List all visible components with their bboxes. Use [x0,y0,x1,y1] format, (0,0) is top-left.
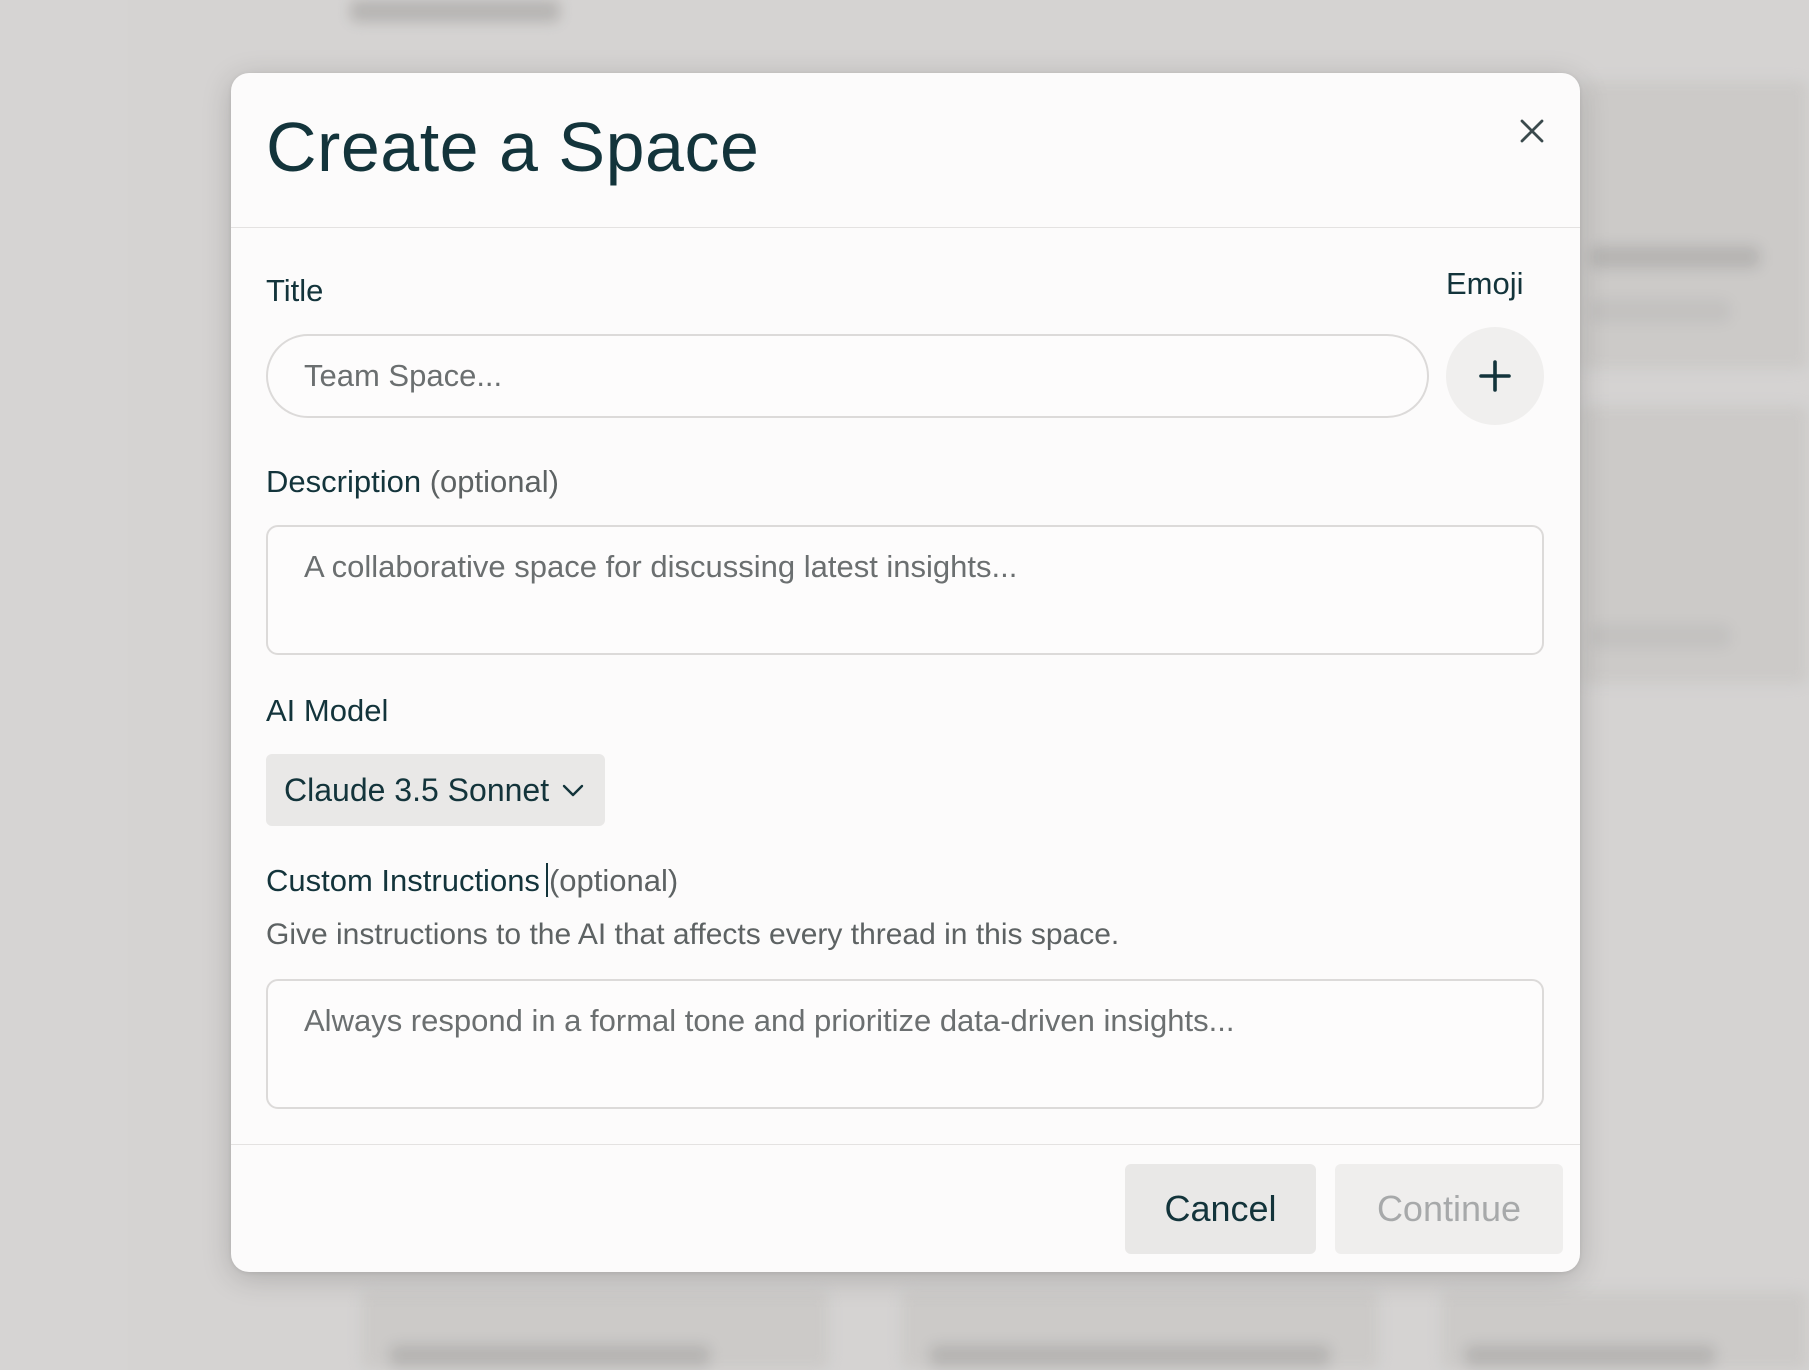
custom-instructions-hint: Give instructions to the AI that affects… [266,918,1120,951]
custom-instructions-label-text: Custom Instructions [266,863,540,898]
title-input[interactable] [266,334,1429,418]
ai-model-dropdown[interactable]: Claude 3.5 Sonnet [266,754,606,826]
close-button[interactable] [1508,107,1556,155]
dialog-footer-divider [231,1144,1580,1145]
emoji-label: Emoji [1446,266,1524,301]
plus-icon [1479,360,1511,392]
emoji-picker-button[interactable] [1446,327,1544,425]
text-cursor [545,863,548,897]
title-label: Title [266,273,324,308]
create-space-dialog: Create a Space Title Emoji Description (… [231,73,1580,1272]
custom-instructions-field[interactable] [266,979,1544,1109]
description-label-text: Description [266,464,422,499]
custom-instructions-optional-text: (optional) [548,863,679,898]
chevron-down-icon [562,784,584,797]
description-field[interactable] [266,525,1544,655]
continue-button[interactable]: Continue [1335,1164,1563,1254]
ai-model-selected: Claude 3.5 Sonnet [284,771,550,808]
dialog-title: Create a Space [266,108,760,186]
description-label: Description (optional) [266,464,559,500]
close-icon [1520,119,1544,143]
dialog-header: Create a Space [231,73,1580,228]
ai-model-label: AI Model [266,693,389,728]
cancel-button[interactable]: Cancel [1125,1164,1316,1254]
custom-instructions-label: Custom Instructions (optional) [266,863,678,899]
description-optional-text: (optional) [429,464,559,499]
